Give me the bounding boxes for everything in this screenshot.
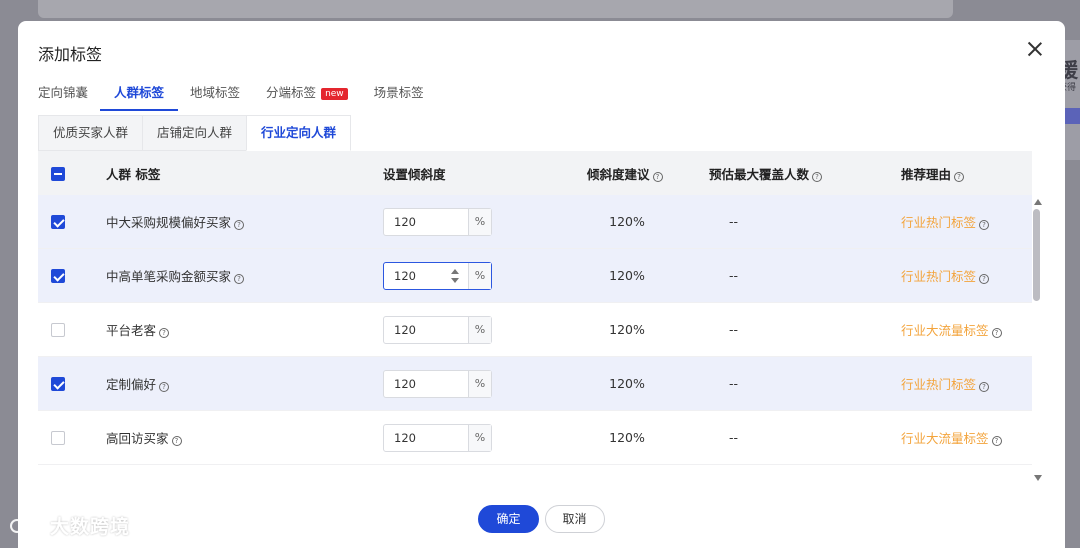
percent-unit: % <box>468 208 491 235</box>
help-icon[interactable]: ? <box>991 436 1002 446</box>
audience-table: 人群 标签 设置倾斜度 倾斜度建议? 预估最大覆盖人数? 推荐理由? 中大采购规… <box>38 151 1032 481</box>
row-checkbox[interactable] <box>51 215 65 230</box>
subtab-store-audience[interactable]: 店铺定向人群 <box>142 115 247 151</box>
help-icon[interactable]: ? <box>159 328 170 338</box>
reason-text: 行业热门标签 <box>901 215 977 230</box>
tag-type-tabs: 定向锦囊 人群标签 地域标签 分端标签 new 场景标签 <box>38 81 450 111</box>
tag-name: 定制偏好 <box>106 377 157 392</box>
help-icon[interactable]: ? <box>652 171 663 182</box>
coverage-value: -- <box>729 430 739 445</box>
reason-text: 行业大流量标签 <box>901 431 989 446</box>
row-checkbox[interactable] <box>51 431 65 446</box>
confirm-button[interactable]: 确定 <box>478 505 539 533</box>
select-all-checkbox[interactable] <box>51 166 65 181</box>
help-icon[interactable]: ? <box>991 328 1002 338</box>
watermark-text: 大数跨境 <box>50 516 131 538</box>
tag-name: 中大采购规模偏好买家 <box>106 215 232 230</box>
scroll-thumb[interactable] <box>1033 209 1040 301</box>
watermark: 大数跨境 <box>8 512 130 539</box>
tab-region-tags[interactable]: 地域标签 <box>190 81 240 111</box>
table-row-partial <box>38 465 1032 481</box>
slope-suggestion: 120% <box>609 268 645 283</box>
reason-text: 行业大流量标签 <box>901 323 989 338</box>
help-icon[interactable]: ? <box>234 274 245 284</box>
coverage-value: -- <box>729 214 739 229</box>
help-icon[interactable]: ? <box>954 171 965 182</box>
row-checkbox[interactable] <box>51 269 65 284</box>
row-checkbox[interactable] <box>51 377 65 392</box>
help-icon[interactable]: ? <box>812 171 823 182</box>
slope-input[interactable]: 120% <box>383 261 492 290</box>
cancel-button[interactable]: 取消 <box>544 505 605 533</box>
percent-unit: % <box>468 424 491 451</box>
help-icon[interactable]: ? <box>234 220 245 230</box>
scroll-down-icon[interactable] <box>1034 475 1042 481</box>
help-icon[interactable]: ? <box>171 436 182 446</box>
tag-name: 平台老客 <box>106 323 157 338</box>
header-suggestion: 倾斜度建议? <box>557 164 697 183</box>
watermark-logo-icon <box>8 514 50 537</box>
header-slope: 设置倾斜度 <box>383 166 446 182</box>
new-badge: new <box>321 88 348 100</box>
help-icon[interactable]: ? <box>979 220 990 230</box>
coverage-value: -- <box>729 376 739 391</box>
background-card <box>38 0 953 18</box>
table-row: 定制偏好? 120% 120% -- 行业热门标签? <box>38 357 1032 411</box>
add-tag-modal: 添加标签 定向锦囊 人群标签 地域标签 分端标签 new 场景标签 优质买家人群 … <box>18 21 1065 548</box>
tag-name: 中高单笔采购金额买家 <box>106 269 232 284</box>
table-header: 人群 标签 设置倾斜度 倾斜度建议? 预估最大覆盖人数? 推荐理由? <box>38 151 1032 195</box>
subtab-industry-audience[interactable]: 行业定向人群 <box>246 115 352 151</box>
coverage-value: -- <box>729 322 739 337</box>
slope-input[interactable]: 120% <box>383 207 492 236</box>
tag-name: 高回访买家 <box>106 431 169 446</box>
slope-suggestion: 120% <box>609 430 645 445</box>
scroll-up-icon[interactable] <box>1034 199 1042 205</box>
tab-audience-tags[interactable]: 人群标签 <box>100 81 179 111</box>
modal-footer: 确定 取消 <box>18 505 1065 533</box>
help-icon[interactable]: ? <box>159 382 170 392</box>
slope-input[interactable]: 120% <box>383 423 492 452</box>
slope-suggestion: 120% <box>609 376 645 391</box>
help-icon[interactable]: ? <box>979 274 990 284</box>
table-row: 中大采购规模偏好买家? 120% 120% -- 行业热门标签? <box>38 195 1032 249</box>
header-reason: 推荐理由? <box>883 164 1032 183</box>
table-row: 平台老客? 120% 120% -- 行业大流量标签? <box>38 303 1032 357</box>
audience-subtabs: 优质买家人群 店铺定向人群 行业定向人群 <box>38 115 352 151</box>
slope-input[interactable]: 120% <box>383 369 492 398</box>
slope-input[interactable]: 120% <box>383 315 492 344</box>
subtab-quality-buyers[interactable]: 优质买家人群 <box>38 115 143 151</box>
percent-unit: % <box>468 370 491 397</box>
percent-unit: % <box>468 262 491 289</box>
coverage-value: -- <box>729 268 739 283</box>
stepper-icon[interactable] <box>451 268 459 283</box>
modal-title: 添加标签 <box>38 45 103 64</box>
tab-device-tags[interactable]: 分端标签 new <box>266 81 348 111</box>
slope-suggestion: 120% <box>609 214 645 229</box>
reason-text: 行业热门标签 <box>901 377 977 392</box>
header-coverage: 预估最大覆盖人数? <box>697 164 883 183</box>
header-name: 人群 标签 <box>106 166 161 182</box>
close-icon[interactable] <box>1025 39 1045 59</box>
tab-scene-tags[interactable]: 场景标签 <box>374 81 424 111</box>
percent-unit: % <box>468 316 491 343</box>
table-row: 中高单笔采购金额买家? 120% 120% -- 行业热门标签? <box>38 249 1032 303</box>
help-icon[interactable]: ? <box>979 382 990 392</box>
slope-suggestion: 120% <box>609 322 645 337</box>
reason-text: 行业热门标签 <box>901 269 977 284</box>
row-checkbox[interactable] <box>51 323 65 338</box>
tab-targeting-tips[interactable]: 定向锦囊 <box>38 81 88 111</box>
table-scrollbar[interactable] <box>1030 197 1044 481</box>
